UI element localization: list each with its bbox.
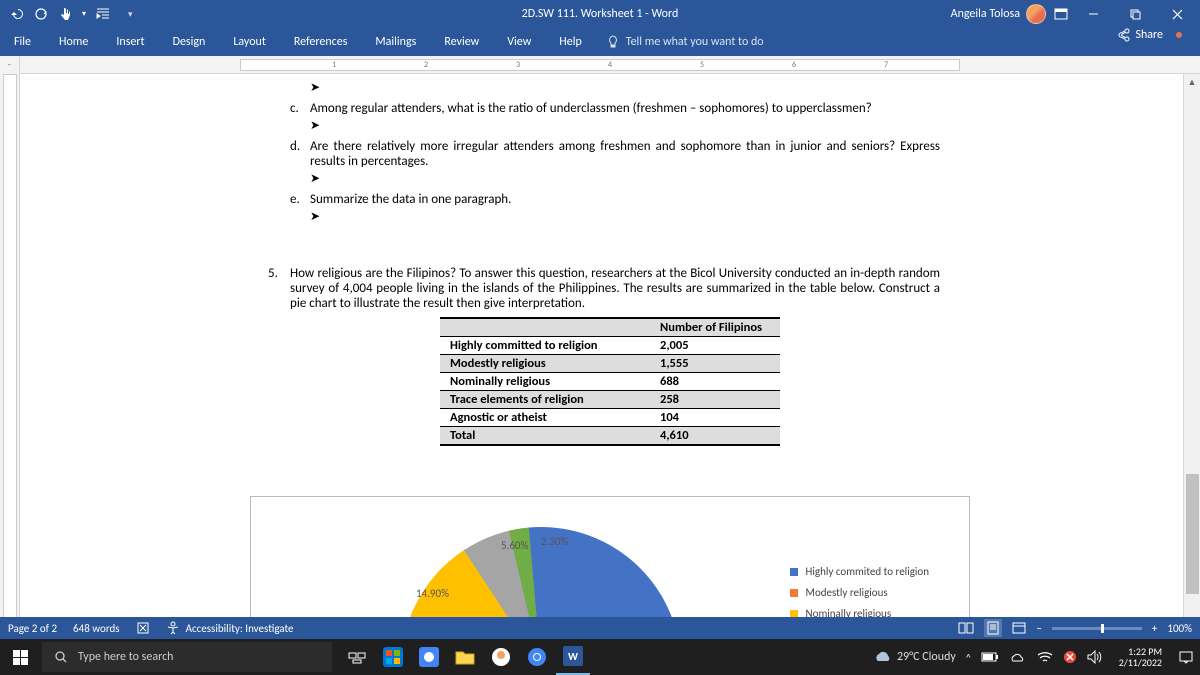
document-area[interactable]: ➤ c.Among regular attenders, what is the…	[20, 74, 1200, 634]
web-layout-icon[interactable]	[1012, 621, 1026, 635]
accessibility-icon	[166, 621, 180, 635]
search-icon	[54, 650, 68, 664]
windows-taskbar: Type here to search W 29°C Cloudy ^ 1:22…	[0, 639, 1200, 675]
clock[interactable]: 1:22 PM 2/11/2022	[1113, 646, 1168, 668]
tab-help[interactable]: Help	[545, 28, 596, 56]
print-layout-icon[interactable]	[984, 619, 1002, 637]
weather-widget[interactable]: 29°C Cloudy	[873, 649, 956, 665]
page: ➤ c.Among regular attenders, what is the…	[240, 74, 980, 634]
zoom-level[interactable]: 100%	[1167, 622, 1192, 635]
pie-chart[interactable]: 43.50% 14.90% 5.60% 2.30% Highly commite…	[250, 496, 970, 634]
avatar	[1026, 4, 1046, 24]
religion-table: Number of Filipinos Highly committed to …	[440, 317, 780, 446]
page-indicator[interactable]: Page 2 of 2	[8, 622, 57, 635]
tab-review[interactable]: Review	[430, 28, 493, 56]
task-view-icon[interactable]	[340, 639, 374, 675]
volume-icon[interactable]	[1087, 650, 1103, 664]
horizontal-ruler[interactable]: ⌐ 1 2 3 4 5 6 7	[0, 56, 1200, 74]
tab-layout[interactable]: Layout	[219, 28, 280, 56]
user-account[interactable]: Angeila Tolosa	[951, 4, 1046, 24]
undo-icon[interactable]	[10, 7, 24, 21]
tray-expand-icon[interactable]: ^	[966, 651, 971, 664]
taskbar-app-1[interactable]	[376, 639, 410, 675]
taskbar-app-3[interactable]	[484, 639, 518, 675]
vertical-ruler[interactable]	[0, 74, 20, 634]
start-button[interactable]	[0, 639, 40, 675]
word-app-icon[interactable]: W	[556, 639, 590, 675]
item-d: Are there relatively more irregular atte…	[310, 139, 940, 169]
word-count[interactable]: 648 words	[73, 622, 120, 635]
vertical-scrollbar[interactable]: ▲ ▼	[1183, 74, 1200, 634]
item-e: Summarize the data in one paragraph.	[310, 192, 940, 207]
minimize-button[interactable]	[1076, 0, 1110, 28]
tab-insert[interactable]: Insert	[102, 28, 158, 56]
notification-dot	[1176, 32, 1182, 38]
indent-icon[interactable]	[96, 7, 110, 21]
share-button[interactable]: Share	[1116, 28, 1182, 42]
zoom-out-button[interactable]: −	[1036, 622, 1041, 635]
battery-icon[interactable]	[981, 651, 999, 663]
question-5: How religious are the Filipinos? To answ…	[290, 266, 940, 311]
security-icon[interactable]	[1063, 650, 1077, 664]
share-icon	[1116, 28, 1130, 42]
tab-design[interactable]: Design	[159, 28, 220, 56]
taskbar-search[interactable]: Type here to search	[42, 642, 332, 672]
tab-mailings[interactable]: Mailings	[361, 28, 430, 56]
scroll-up-button[interactable]: ▲	[1184, 74, 1200, 91]
cloud-icon	[873, 649, 891, 665]
item-c: Among regular attenders, what is the rat…	[310, 101, 940, 116]
redo-icon[interactable]	[34, 7, 48, 21]
touch-mode-icon[interactable]	[58, 7, 72, 21]
user-name: Angeila Tolosa	[951, 7, 1020, 21]
taskbar-app-2[interactable]	[412, 639, 446, 675]
document-title: 2D.SW 111. Worksheet 1 - Word	[522, 7, 679, 21]
file-explorer-icon[interactable]	[448, 639, 482, 675]
status-bar: Page 2 of 2 648 words Accessibility: Inv…	[0, 617, 1200, 639]
zoom-slider[interactable]	[1052, 627, 1142, 630]
maximize-button[interactable]	[1118, 0, 1152, 28]
qat-customize-icon[interactable]: ▾	[128, 9, 133, 20]
zoom-in-button[interactable]: +	[1152, 622, 1157, 635]
chrome-icon[interactable]	[520, 639, 554, 675]
svg-text:W: W	[568, 650, 578, 663]
ribbon: File Home Insert Design Layout Reference…	[0, 28, 1200, 56]
close-button[interactable]	[1160, 0, 1194, 28]
proofing-icon[interactable]	[136, 621, 150, 635]
notifications-icon[interactable]	[1178, 650, 1194, 664]
wifi-icon[interactable]	[1037, 651, 1053, 663]
tab-view[interactable]: View	[493, 28, 545, 56]
tell-me-search[interactable]: Tell me what you want to do	[596, 28, 774, 56]
dropdown-icon[interactable]: ▾	[82, 9, 86, 19]
pie-label-4: 2.30%	[541, 535, 568, 548]
scroll-thumb[interactable]	[1186, 474, 1199, 594]
accessibility-status[interactable]: Accessibility: Investigate	[166, 621, 294, 635]
lightbulb-icon	[606, 35, 620, 49]
tab-home[interactable]: Home	[45, 28, 102, 56]
read-mode-icon[interactable]	[958, 621, 974, 635]
tab-references[interactable]: References	[280, 28, 362, 56]
tab-file[interactable]: File	[0, 28, 45, 56]
onedrive-icon[interactable]	[1009, 651, 1027, 663]
title-bar: ▾ ▾ 2D.SW 111. Worksheet 1 - Word Angeil…	[0, 0, 1200, 28]
pie-label-3: 5.60%	[501, 539, 528, 552]
ribbon-options-icon[interactable]	[1054, 7, 1068, 21]
pie-label-2: 14.90%	[416, 587, 449, 600]
